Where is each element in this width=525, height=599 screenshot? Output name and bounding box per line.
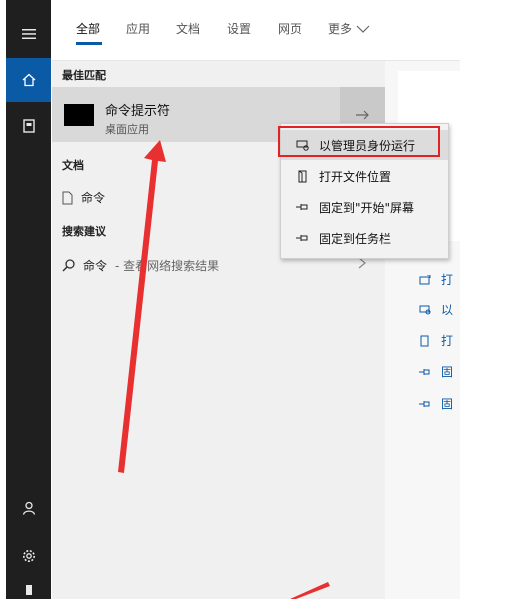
- annotation-overlay: [118, 140, 330, 599]
- red-arrow-annotation: [290, 582, 330, 599]
- red-arrow-annotation: [118, 140, 166, 473]
